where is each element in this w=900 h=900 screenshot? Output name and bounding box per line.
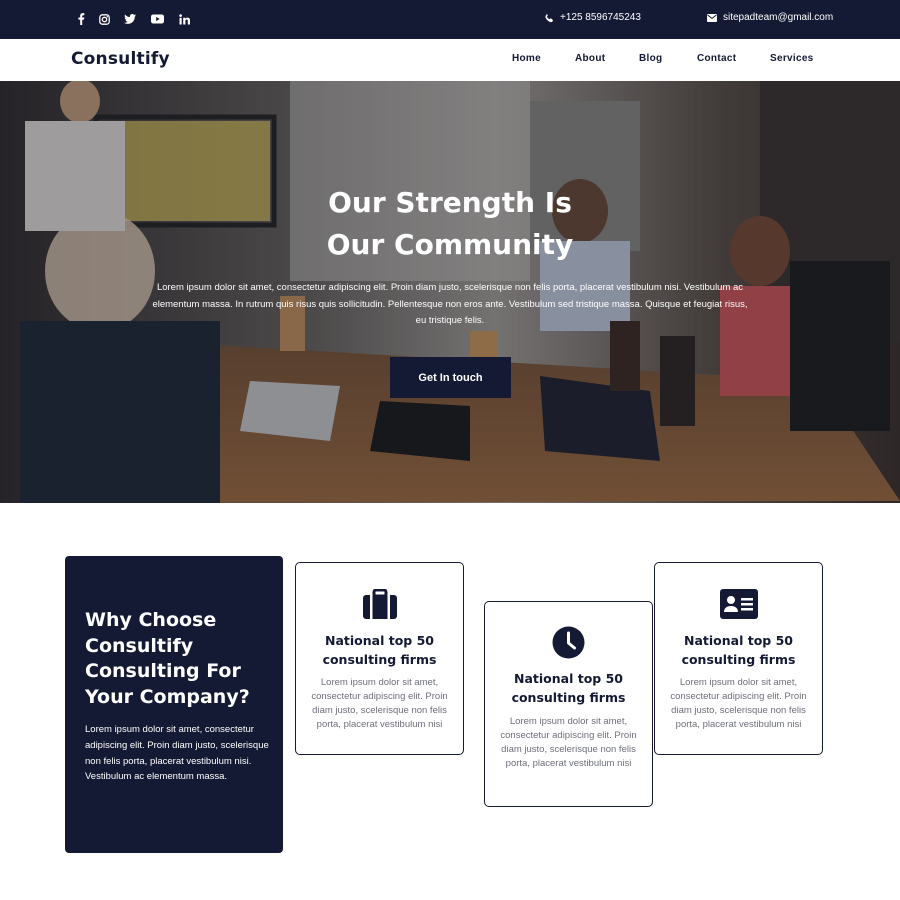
- email-address: sitepadteam@gmail.com: [723, 12, 834, 23]
- nav-contact[interactable]: Contact: [697, 53, 736, 64]
- envelope-icon: [707, 13, 717, 22]
- feature-text: Lorem ipsum dolor sit amet, consectetur …: [311, 677, 448, 730]
- hero-description: Lorem ipsum dolor sit amet, consectetur …: [152, 282, 748, 326]
- get-in-touch-button[interactable]: Get In touch: [390, 357, 511, 398]
- top-bar: +125 8596745243 sitepadteam@gmail.com: [0, 0, 900, 39]
- navbar: Consultify Home About Blog Contact Servi…: [0, 39, 900, 81]
- feature-card: National top 50 consulting firms Lorem i…: [654, 562, 823, 755]
- id-card-icon: [655, 589, 822, 619]
- facebook-icon[interactable]: [74, 12, 88, 26]
- youtube-icon[interactable]: [150, 12, 164, 26]
- nav-services[interactable]: Services: [770, 53, 814, 64]
- why-choose-card: Why Choose Consultify Consulting For You…: [65, 556, 283, 853]
- twitter-icon[interactable]: [123, 12, 137, 26]
- phone-contact[interactable]: +125 8596745243: [544, 12, 641, 23]
- hero-section: Our Strength Is Our Community Lorem ipsu…: [0, 81, 900, 503]
- phone-icon: [544, 12, 554, 23]
- brand-logo[interactable]: Consultify: [71, 49, 170, 69]
- email-contact[interactable]: sitepadteam@gmail.com: [707, 12, 833, 23]
- why-choose-title: Why Choose Consultify Consulting For You…: [85, 609, 250, 708]
- hero-title-line-2: Our Community: [326, 228, 574, 261]
- feature-text: Lorem ipsum dolor sit amet, consectetur …: [670, 677, 807, 730]
- feature-text: Lorem ipsum dolor sit amet, consectetur …: [500, 716, 637, 769]
- feature-title: National top 50 consulting firms: [511, 671, 626, 705]
- clock-icon: [485, 626, 652, 659]
- feature-title: National top 50 consulting firms: [322, 633, 437, 667]
- nav-about[interactable]: About: [575, 53, 605, 64]
- briefcase-icon: [296, 589, 463, 619]
- linkedin-icon[interactable]: [177, 12, 191, 26]
- hero-title-line-1: Our Strength Is: [328, 186, 572, 219]
- phone-number: +125 8596745243: [560, 12, 641, 23]
- feature-title: National top 50 consulting firms: [681, 633, 796, 667]
- why-choose-text: Lorem ipsum dolor sit amet, consectetur …: [85, 724, 269, 783]
- hero-title: Our Strength Is Our Community: [0, 182, 900, 266]
- feature-card: National top 50 consulting firms Lorem i…: [295, 562, 464, 755]
- feature-card: National top 50 consulting firms Lorem i…: [484, 601, 653, 807]
- instagram-icon[interactable]: [97, 12, 111, 26]
- nav-home[interactable]: Home: [512, 53, 541, 64]
- nav-blog[interactable]: Blog: [639, 53, 662, 64]
